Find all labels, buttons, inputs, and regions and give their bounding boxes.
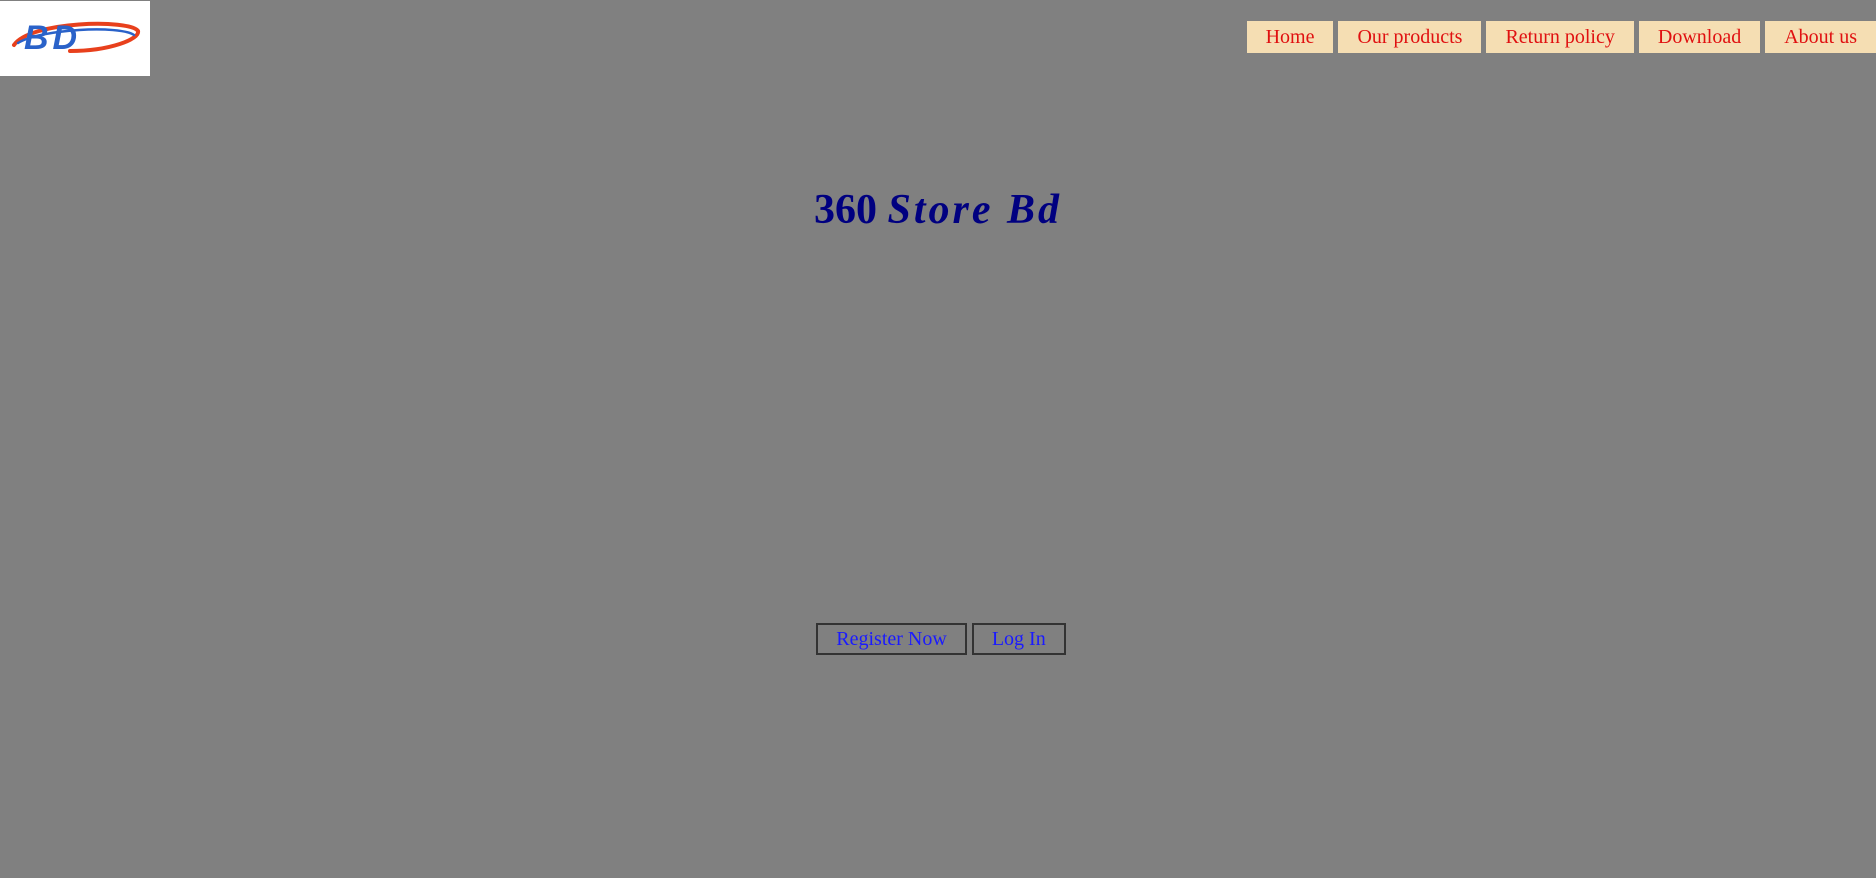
nav-download[interactable]: Download [1638,21,1761,53]
nav-our-products[interactable]: Our products [1338,21,1482,53]
auth-actions: Register Now Log In [0,623,1876,655]
nav-home[interactable]: Home [1246,21,1334,53]
log-in-button[interactable]: Log In [971,623,1066,655]
main-nav: Home Our products Return policy Download… [1246,21,1876,53]
site-title-script: Store Bd [887,187,1063,233]
site-title-prefix: 360 [813,187,877,233]
nav-about-us[interactable]: About us [1765,21,1876,53]
page: BD Home Our products Return policy Downl… [0,0,1876,878]
register-now-button[interactable]: Register Now [816,623,967,655]
nav-return-policy[interactable]: Return policy [1486,21,1634,53]
svg-text:BD: BD [24,19,81,57]
site-title: 360 Store Bd [0,186,1876,234]
site-logo[interactable]: BD [0,1,150,76]
bd-logo-icon: BD [12,19,140,57]
